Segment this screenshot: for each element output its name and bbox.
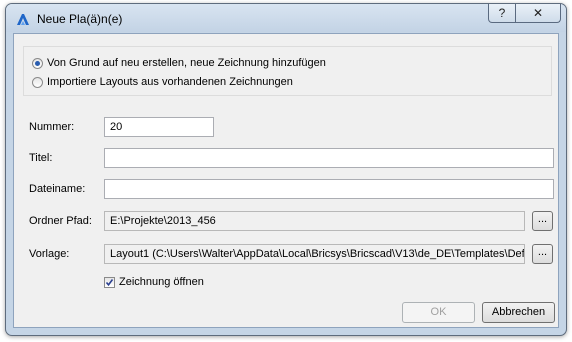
radio-create-new-indicator[interactable] [32,57,43,69]
filename-label: Dateiname: [29,183,86,195]
cancel-button[interactable]: Abbrechen [482,302,555,323]
open-drawing-label: Zeichnung öffnen [119,276,204,288]
close-button[interactable]: ✕ [516,4,561,23]
radio-create-new-label: Von Grund auf neu erstellen, neue Zeichn… [47,57,326,69]
number-input[interactable]: 20 [104,117,214,137]
radio-create-new[interactable]: Von Grund auf neu erstellen, neue Zeichn… [32,57,326,69]
title-input[interactable] [104,148,554,168]
template-browse-button[interactable]: ... [532,244,553,264]
caption-buttons: ? ✕ [488,4,561,24]
title-label: Titel: [29,152,53,164]
close-icon: ✕ [532,6,544,20]
bricscad-logo-icon [15,11,31,27]
help-button[interactable]: ? [488,4,516,23]
open-drawing-checkbox[interactable]: Zeichnung öffnen [104,276,204,288]
open-drawing-checkbox-box[interactable] [104,276,115,288]
radio-import-layouts-label: Importiere Layouts aus vorhandenen Zeich… [47,76,293,88]
radio-import-layouts-indicator[interactable] [32,76,43,88]
creation-mode-group: Von Grund auf neu erstellen, neue Zeichn… [23,46,552,96]
folder-path-label: Ordner Pfad: [29,215,92,227]
folder-browse-button[interactable]: ... [532,211,553,231]
title-bar[interactable]: Neue Pla(ä)n(e) ? ✕ [6,4,566,32]
folder-path-field: E:\Projekte\2013_456 [104,211,525,231]
number-label: Nummer: [29,121,75,133]
help-icon: ? [498,6,506,20]
checkmark-icon [105,278,114,286]
filename-input[interactable] [104,179,554,199]
window-title: Neue Pla(ä)n(e) [37,12,123,26]
dialog-content: Von Grund auf neu erstellen, neue Zeichn… [13,33,559,328]
ok-button[interactable]: OK [402,302,475,323]
dialog-window: Neue Pla(ä)n(e) ? ✕ Von Grund auf neu er… [5,3,567,336]
template-field: Layout1 (C:\Users\Walter\AppData\Local\B… [104,244,525,264]
radio-import-layouts[interactable]: Importiere Layouts aus vorhandenen Zeich… [32,76,293,88]
template-label: Vorlage: [29,248,70,260]
